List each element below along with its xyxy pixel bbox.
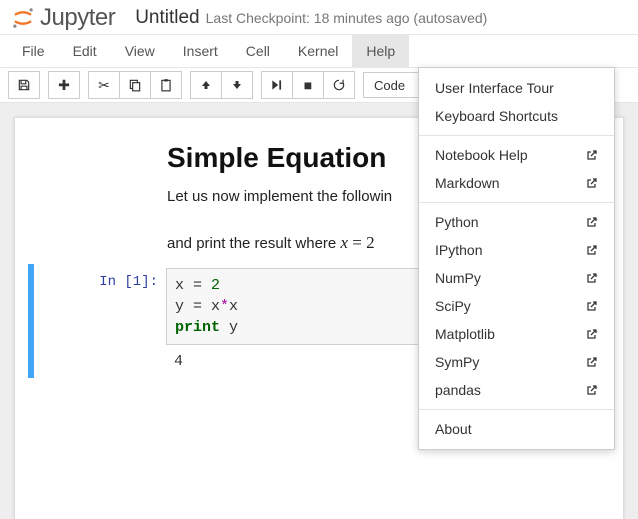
output-prompt: . [28,349,166,374]
external-link-icon [586,177,598,189]
cut-button[interactable]: ✂ [88,71,120,99]
help-item-notebook-help[interactable]: Notebook Help [419,141,614,169]
menubar: FileEditViewInsertCellKernelHelpUser Int… [0,34,638,68]
move-down-button[interactable] [221,71,253,99]
paragraph-2-text: and print the result where [167,235,340,252]
paste-button[interactable] [150,71,182,99]
help-item-label: About [435,421,472,437]
restart-icon [332,78,346,92]
help-item-keyboard-shortcuts[interactable]: Keyboard Shortcuts [419,102,614,130]
external-link-icon [586,384,598,396]
menu-edit[interactable]: Edit [59,35,111,67]
help-item-label: Markdown [435,175,500,191]
add-cell-button[interactable]: ✚ [48,71,80,99]
external-link-icon [586,272,598,284]
math-eq: = 2 [348,233,375,252]
help-item-markdown[interactable]: Markdown [419,169,614,197]
help-dropdown: User Interface Tour Keyboard Shortcuts Not… [418,67,615,450]
menu-separator [419,409,614,410]
menu-file[interactable]: File [8,35,59,67]
help-item-label: SymPy [435,354,479,370]
copy-icon [128,78,142,92]
jupyter-logo-icon [10,5,36,31]
input-prompt: In [1]: [28,268,166,290]
help-item-label: Python [435,214,479,230]
checkpoint-info: Last Checkpoint: 18 minutes ago (autosav… [206,10,488,26]
external-link-icon [586,356,598,368]
help-item-label: Notebook Help [435,147,528,163]
math-var: x [340,233,348,252]
menu-kernel[interactable]: Kernel [284,35,352,67]
copy-button[interactable] [119,71,151,99]
cell-output: 4 [166,349,191,374]
jupyter-logo[interactable]: Jupyter [10,4,115,32]
restart-button[interactable] [323,71,355,99]
help-item-label: SciPy [435,298,471,314]
external-link-icon [586,149,598,161]
run-button[interactable] [261,71,293,99]
logo-text: Jupyter [40,4,115,32]
help-item-sympy[interactable]: SymPy [419,348,614,376]
help-item-label: pandas [435,382,481,398]
external-link-icon [586,216,598,228]
help-item-numpy[interactable]: NumPy [419,264,614,292]
save-icon [17,78,31,92]
help-item-label: NumPy [435,270,481,286]
menu-separator [419,202,614,203]
help-item-user-interface-tour[interactable]: User Interface Tour [419,74,614,102]
arrow-down-icon [231,79,243,91]
arrow-up-icon [200,79,212,91]
help-item-label: Keyboard Shortcuts [435,108,558,124]
run-icon [270,78,284,92]
menu-cell[interactable]: Cell [232,35,284,67]
menu-separator [419,135,614,136]
help-item-matplotlib[interactable]: Matplotlib [419,320,614,348]
save-button[interactable] [8,71,40,99]
help-item-label: IPython [435,242,482,258]
menu-help[interactable]: Help [352,35,409,67]
external-link-icon [586,300,598,312]
notebook-title[interactable]: Untitled [135,7,199,29]
paste-icon [159,78,173,92]
stop-button[interactable]: ■ [292,71,324,99]
notebook-header: Jupyter Untitled Last Checkpoint: 18 min… [0,0,638,34]
help-item-python[interactable]: Python [419,208,614,236]
external-link-icon [586,328,598,340]
move-up-button[interactable] [190,71,222,99]
help-item-ipython[interactable]: IPython [419,236,614,264]
menu-view[interactable]: View [111,35,169,67]
help-item-pandas[interactable]: pandas [419,376,614,404]
help-item-about[interactable]: About [419,415,614,443]
help-item-label: Matplotlib [435,326,495,342]
external-link-icon [586,244,598,256]
menu-insert[interactable]: Insert [169,35,232,67]
help-item-label: User Interface Tour [435,80,554,96]
help-item-scipy[interactable]: SciPy [419,292,614,320]
